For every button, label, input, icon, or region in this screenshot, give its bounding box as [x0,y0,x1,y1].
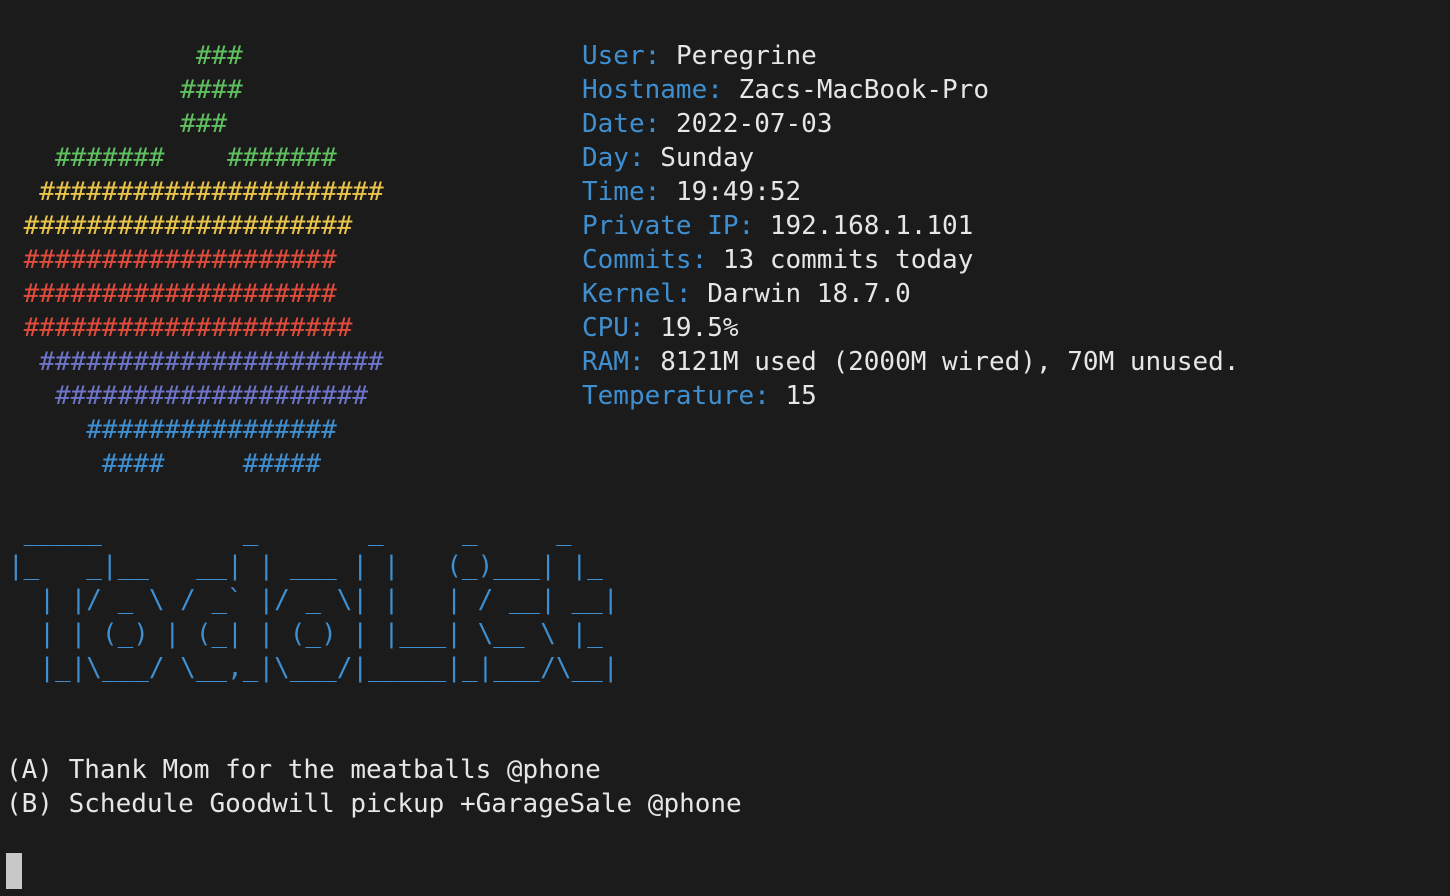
info-time: Time: 19:49:52 [582,177,802,207]
apple-logo-row: #### [8,75,243,105]
apple-logo-row: ###################### [8,177,384,207]
apple-logo-row: ##################### [8,313,353,343]
terminal-window[interactable]: ### #### ### ####### ####### ###########… [0,0,1450,896]
apple-logo-row: ####### ####### [8,143,337,173]
apple-logo-row: #################### [8,381,369,411]
apple-logo-row: #################### [8,245,337,275]
apple-logo-row: #################### [8,279,337,309]
info-ram: RAM: 8121M used (2000M wired), 70M unuse… [582,347,1240,377]
apple-logo-row: ##################### [8,211,353,241]
apple-logo-row: ### [8,109,228,139]
info-commits: Commits: 13 commits today [582,245,974,275]
apple-logo-row: ###################### [8,347,384,377]
terminal-cursor[interactable] [6,853,22,889]
task-item[interactable]: (B) Schedule Goodwill pickup +GarageSale… [6,787,742,821]
info-kernel: Kernel: Darwin 18.7.0 [582,279,911,309]
info-cpu: CPU: 19.5% [582,313,739,343]
info-date: Date: 2022-07-03 [582,109,833,139]
info-hostname: Hostname: Zacs-MacBook-Pro [582,75,989,105]
info-private-ip: Private IP: 192.168.1.101 [582,211,974,241]
info-temperature: Temperature: 15 [582,381,817,411]
apple-logo-row: #### ##### [8,449,322,479]
task-item[interactable]: (A) Thank Mom for the meatballs @phone [6,753,601,787]
apple-logo-row: ################ [8,415,337,445]
info-user: User: Peregrine [582,41,817,71]
info-day: Day: Sunday [582,143,755,173]
apple-logo-row: ### [8,41,243,71]
todolist-ascii-banner: _____ _ _ _ _ |_ _|__ __| | ___ | | (_)_… [8,517,619,683]
